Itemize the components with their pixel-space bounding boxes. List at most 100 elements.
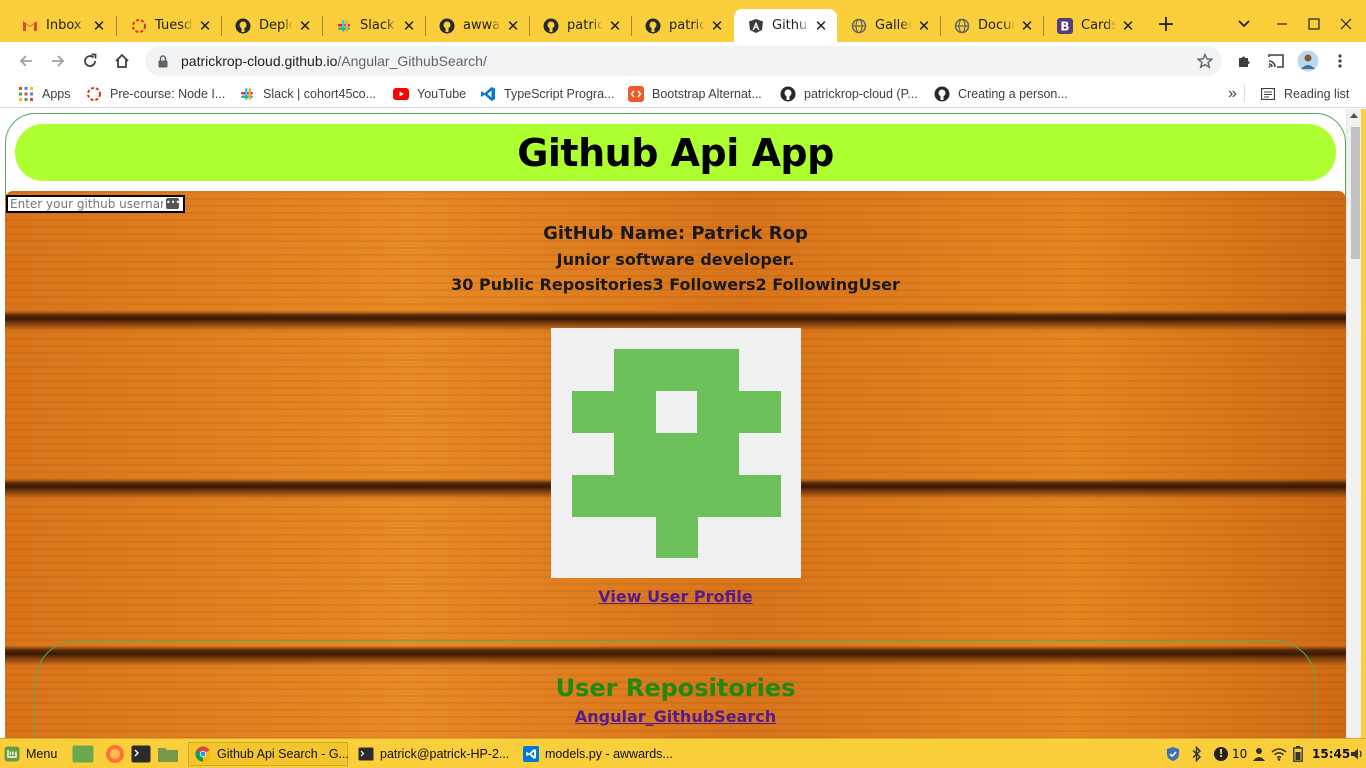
tab-document[interactable]: Docum ✕ [940, 9, 1043, 42]
address-bar[interactable]: patrickrop-cloud.github.io/Angular_Githu… [145, 46, 1222, 76]
page-title: Github Api App [517, 130, 834, 175]
close-icon[interactable]: ✕ [297, 18, 313, 34]
repositories-title: User Repositories [555, 674, 796, 702]
close-icon[interactable]: ✕ [401, 18, 417, 34]
tab-awwards[interactable]: awwar ✕ [425, 9, 529, 42]
close-icon[interactable]: ✕ [197, 18, 213, 34]
close-icon[interactable]: ✕ [91, 18, 107, 34]
speaker-icon[interactable] [1350, 746, 1364, 762]
mint-logo-icon [4, 746, 20, 762]
tab-search-chevron-icon[interactable] [1230, 10, 1258, 38]
close-icon[interactable]: ✕ [709, 18, 725, 34]
forward-arrow-icon[interactable] [44, 47, 72, 75]
tab-title: Github [772, 18, 809, 33]
view-profile-link-wrap: View User Profile [5, 587, 1346, 606]
tab-tuesday[interactable]: Tuesda ✕ [117, 9, 221, 42]
user-bio: Junior software developer. [556, 250, 795, 269]
tab-inbox[interactable]: Inbox - ✕ [8, 9, 115, 42]
github-icon [780, 86, 796, 102]
close-icon[interactable]: ✕ [813, 18, 829, 34]
tab-title: patrick [669, 18, 705, 33]
firefox-icon[interactable] [105, 742, 125, 766]
bookmark-label: TypeScript Progra... [504, 87, 615, 101]
close-icon[interactable]: ✕ [1019, 18, 1035, 34]
reload-icon[interactable] [76, 47, 104, 75]
repo-link[interactable]: Angular_GithubSearch [575, 707, 776, 726]
bookmark-precourse[interactable]: Pre-course: Node I... [86, 84, 225, 104]
battery-icon[interactable] [1293, 746, 1303, 762]
terminal-icon[interactable] [131, 742, 151, 766]
gmail-icon [22, 18, 38, 34]
bookmark-youtube[interactable]: YouTube [393, 84, 466, 104]
maximize-icon[interactable] [1300, 10, 1328, 38]
window-title: Github Api Search - G... [217, 747, 350, 761]
minimize-icon[interactable] [1268, 10, 1296, 38]
new-tab-plus-icon[interactable]: + [1152, 10, 1180, 38]
kebab-menu-icon[interactable] [1326, 47, 1354, 75]
wifi-icon[interactable] [1271, 746, 1287, 762]
close-icon[interactable]: ✕ [1120, 18, 1136, 34]
user-stats: 30 Public Repositories3 Followers2 Follo… [451, 275, 900, 294]
terminal-icon [358, 746, 374, 762]
bookmark-patrickrop-cloud[interactable]: patrickrop-cloud (P... [780, 84, 918, 104]
identicon-icon [572, 349, 781, 558]
bookmark-label: Slack | cohort45co... [263, 87, 377, 101]
files-folder-icon[interactable] [157, 742, 179, 766]
shield-icon[interactable] [1165, 746, 1181, 762]
notification-count: 10 [1232, 747, 1248, 761]
reading-list-button[interactable]: Reading list [1260, 84, 1349, 104]
tab-patrick-2[interactable]: patrick ✕ [631, 9, 733, 42]
extensions-puzzle-icon[interactable] [1230, 47, 1258, 75]
bookmark-typescript[interactable]: TypeScript Progra... [480, 84, 614, 104]
reading-list-label: Reading list [1284, 87, 1350, 101]
home-icon[interactable] [108, 47, 136, 75]
tab-patrick-1[interactable]: patrick ✕ [529, 9, 631, 42]
tab-slack[interactable]: Slack | ✕ [322, 9, 425, 42]
tab-title: Tuesda [155, 18, 193, 33]
tab-title: Inbox - [46, 18, 87, 33]
url-host: patrickrop-cloud.github.io [181, 53, 338, 69]
bookmark-bootstrap-alt[interactable]: Bootstrap Alternat... [628, 84, 762, 104]
user-icon[interactable] [1252, 746, 1266, 762]
bookmark-star-icon[interactable] [1196, 52, 1214, 70]
bookmarks-bar: Apps Pre-course: Node I... Slack | cohor… [0, 80, 1366, 108]
tab-cards[interactable]: B Cards ✕ [1043, 9, 1144, 42]
tab-title: Gallery [875, 18, 912, 33]
scrollbar-thumb[interactable] [1351, 127, 1360, 259]
clock[interactable]: 15:45 [1312, 746, 1350, 762]
close-window-icon[interactable] [1332, 10, 1360, 38]
back-arrow-icon[interactable] [12, 47, 40, 75]
tab-strip: Inbox - ✕ Tuesda ✕ Deploy ✕ Slack | ✕ aw… [0, 0, 1366, 42]
taskbar-window-terminal[interactable]: patrick@patrick-HP-2... [358, 742, 509, 766]
bookmark-creating-person[interactable]: Creating a person... [934, 84, 1068, 104]
tab-gallery[interactable]: Gallery ✕ [837, 9, 940, 42]
taskbar-window-chrome[interactable]: Github Api Search - G... [188, 742, 350, 766]
bluetooth-icon[interactable] [1191, 746, 1203, 762]
close-icon[interactable]: ✕ [505, 18, 521, 34]
lock-icon[interactable] [157, 54, 169, 68]
bookmark-apps[interactable]: Apps [18, 84, 71, 104]
globe-icon [954, 18, 970, 34]
tab-title: Docum [978, 18, 1015, 33]
github-username-input[interactable] [6, 195, 185, 213]
autofill-key-icon[interactable]: ••• [166, 198, 180, 209]
bookmarks-overflow-chevron-icon[interactable]: » [1228, 84, 1237, 104]
tab-deploy[interactable]: Deploy ✕ [221, 9, 321, 42]
loading-ring-icon [131, 18, 147, 34]
slack-icon [336, 18, 352, 34]
taskbar-window-vscode[interactable]: models.py - awwards... [523, 742, 673, 766]
slack-icon [239, 86, 255, 102]
github-icon [439, 18, 455, 34]
profile-avatar-icon[interactable] [1294, 47, 1322, 75]
bookmark-slack[interactable]: Slack | cohort45co... [239, 84, 376, 104]
notifications-area[interactable]: ! 10 [1214, 746, 1247, 762]
cast-icon[interactable] [1262, 47, 1290, 75]
close-icon[interactable]: ✕ [916, 18, 932, 34]
show-desktop-icon[interactable] [72, 742, 94, 766]
view-user-profile-link[interactable]: View User Profile [598, 587, 752, 606]
page-scrollbar[interactable] [1346, 109, 1361, 738]
start-menu-button[interactable]: Menu [4, 742, 57, 766]
scroll-up-arrow-icon[interactable] [1350, 113, 1358, 118]
tab-github-active[interactable]: Github ✕ [734, 9, 837, 42]
close-icon[interactable]: ✕ [607, 18, 623, 34]
